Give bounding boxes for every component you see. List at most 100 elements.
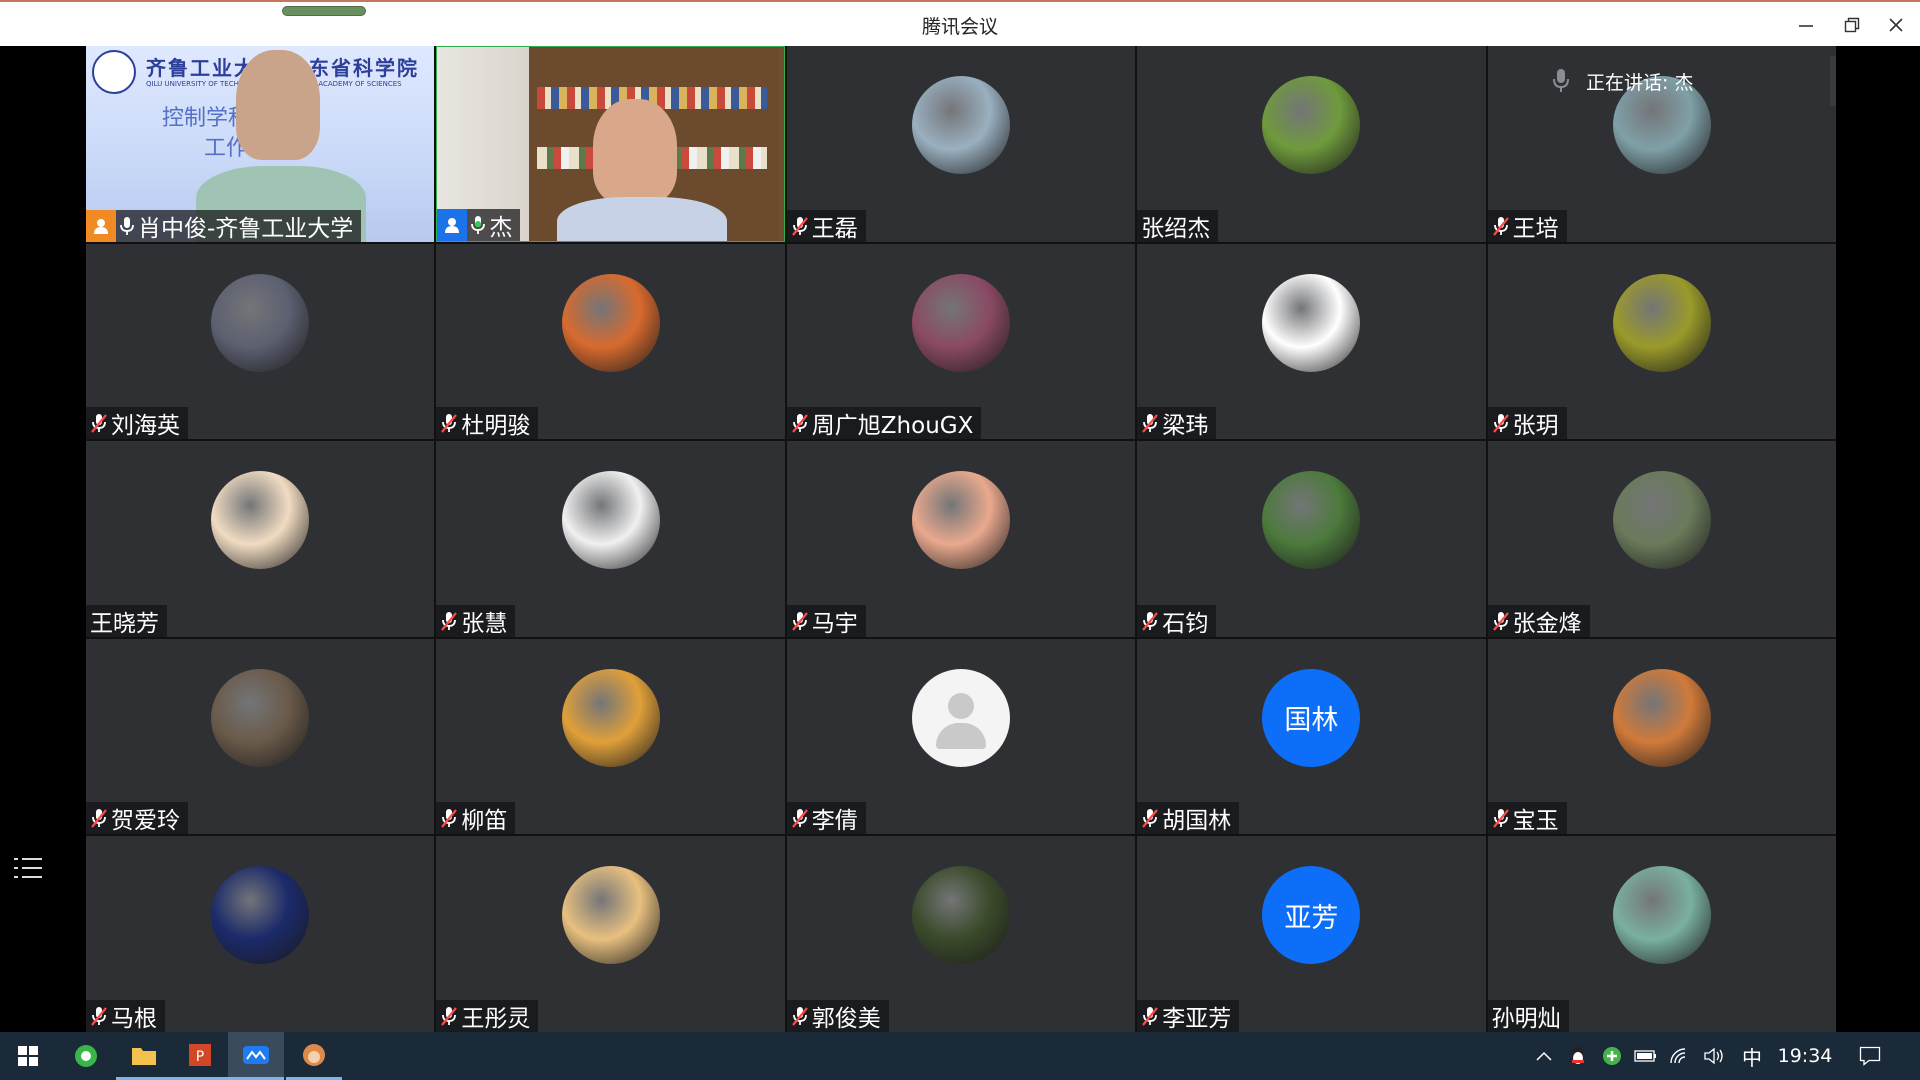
avatar (561, 471, 660, 570)
participant-tile[interactable]: 齐鲁工业大学 山东省科学院QILU UNIVERSITY OF TECHNOLO… (86, 46, 435, 242)
avatar (561, 866, 660, 965)
participant-tile[interactable]: 郭俊美 (786, 836, 1136, 1032)
participant-name: 马宇 (811, 610, 858, 637)
tray-qq[interactable] (1562, 1032, 1594, 1080)
participant-tile[interactable]: 李倩 (786, 638, 1136, 835)
name-tag: 杜明骏 (436, 407, 539, 440)
wifi-icon (1670, 1048, 1686, 1064)
participant-name: 柳笛 (461, 808, 508, 835)
name-tag: 王磊 (786, 209, 866, 242)
close-button[interactable] (1876, 10, 1916, 40)
name-tag: 张玥 (1487, 407, 1567, 440)
participant-tile[interactable]: 梁玮 (1137, 243, 1486, 440)
taskbar-app-avatar[interactable] (286, 1032, 342, 1080)
avatar (1612, 471, 1711, 570)
participant-tile[interactable]: 马宇 (786, 441, 1136, 637)
avatar (211, 471, 310, 570)
participant-tile[interactable]: 亚芳 李亚芳 (1137, 836, 1486, 1032)
taskbar-powerpoint[interactable]: P (172, 1032, 228, 1080)
mic-muted-icon (1492, 412, 1510, 434)
participant-tile[interactable]: 国林胡国林 (1137, 638, 1486, 835)
name-tag: 孙明灿 (1487, 1000, 1569, 1032)
participant-name: 张金烽 (1512, 610, 1582, 637)
participant-tile[interactable]: 宝玉 (1487, 638, 1836, 835)
avatar (1262, 76, 1361, 174)
participant-tile[interactable]: 王彤灵 (436, 836, 785, 1032)
restore-button[interactable] (1832, 10, 1872, 40)
microphone-active-icon (470, 214, 486, 236)
microphone-icon (119, 215, 135, 237)
name-tag: 刘海英 (86, 407, 188, 440)
participant-name: 肖中俊-齐鲁工业大学 (138, 215, 354, 242)
microphone-icon (1553, 69, 1569, 92)
tray-expand-button[interactable] (1528, 1032, 1560, 1080)
right-sidebar (1836, 46, 1920, 1032)
qq-penguin-icon (1571, 1047, 1585, 1065)
avatar (1612, 668, 1711, 767)
participant-name: 周广旭ZhouGX (811, 413, 974, 440)
speaking-label: 正在讲话: 杰 (1586, 71, 1694, 94)
tray-wifi[interactable] (1664, 1032, 1696, 1080)
participant-tile[interactable]: 张绍杰 (1137, 46, 1486, 242)
name-tag: 宝玉 (1487, 802, 1567, 835)
participant-tile[interactable]: 周广旭ZhouGX (786, 243, 1136, 440)
participant-tile[interactable]: 张玥 (1487, 243, 1836, 440)
windows-taskbar: P 中 19:34 (0, 1032, 1920, 1080)
avatar (211, 866, 310, 965)
taskbar-360-browser[interactable] (58, 1032, 114, 1080)
participant-tile[interactable]: 马根 (86, 836, 435, 1032)
name-tag: 梁玮 (1137, 407, 1217, 440)
participant-name: 李亚芳 (1162, 1006, 1232, 1032)
participant-tile[interactable]: 杜明骏 (436, 243, 785, 440)
participant-tile[interactable]: 杰 (436, 46, 785, 242)
tray-volume[interactable] (1698, 1032, 1730, 1080)
participant-tile[interactable]: 张金烽 (1487, 441, 1836, 637)
taskbar-tencent-meeting[interactable] (228, 1032, 284, 1080)
avatar (1612, 273, 1711, 372)
mic-muted-icon (1141, 1005, 1159, 1027)
name-tag: 张慧 (436, 604, 516, 637)
mic-muted-icon (1141, 610, 1159, 632)
avatar: 国林 (1262, 668, 1361, 767)
title-bar[interactable]: 腾讯会议 (0, 0, 1920, 46)
name-tag: 肖中俊-齐鲁工业大学 (86, 209, 362, 242)
participant-name: 张绍杰 (1141, 215, 1211, 242)
battery-icon (1634, 1050, 1656, 1062)
name-tag: 王培 (1487, 209, 1567, 242)
participant-tile[interactable]: 刘海英 (86, 243, 435, 440)
participant-tile[interactable]: 王晓芳 (86, 441, 435, 637)
mic-muted-icon (90, 1005, 108, 1027)
avatar (561, 668, 660, 767)
tray-360-security[interactable] (1596, 1032, 1628, 1080)
participant-tile[interactable]: 王磊 (786, 46, 1136, 242)
name-tag: 贺爱玲 (86, 802, 188, 835)
tray-notifications[interactable] (1850, 1032, 1890, 1080)
participant-tile[interactable]: 柳笛 (436, 638, 785, 835)
participant-tile[interactable]: 贺爱玲 (86, 638, 435, 835)
tray-ime[interactable]: 中 (1734, 1032, 1770, 1080)
start-button[interactable] (0, 1032, 56, 1080)
minimize-button[interactable] (1786, 10, 1826, 40)
member-list-icon[interactable] (14, 856, 44, 882)
participant-name: 胡国林 (1162, 808, 1232, 835)
participant-name: 李倩 (811, 808, 858, 835)
tencent-meeting-icon (243, 1045, 269, 1064)
tray-clock[interactable]: 19:34 (1772, 1032, 1838, 1080)
tray-battery[interactable] (1630, 1032, 1662, 1080)
avatar (561, 273, 660, 372)
name-tag: 马宇 (786, 604, 866, 637)
mic-muted-icon (90, 412, 108, 434)
avatar-placeholder (911, 668, 1010, 767)
name-tag: 张绍杰 (1137, 209, 1219, 242)
taskbar-file-explorer[interactable] (116, 1032, 172, 1080)
avatar (1262, 471, 1361, 570)
name-tag: 李亚芳 (1137, 1000, 1240, 1032)
participant-tile[interactable]: 孙明灿 (1487, 836, 1836, 1032)
app-window: 腾讯会议 齐鲁工业大学 山东省科学院QILU UNIVERSITY OF TEC… (0, 0, 1920, 1080)
powerpoint-icon: P (189, 1043, 211, 1066)
mic-muted-icon (791, 1005, 809, 1027)
participant-tile[interactable]: 张慧 (436, 441, 785, 637)
participant-tile[interactable]: 石钧 (1137, 441, 1486, 637)
mic-muted-icon (791, 215, 809, 237)
name-tag: 郭俊美 (786, 1000, 889, 1032)
